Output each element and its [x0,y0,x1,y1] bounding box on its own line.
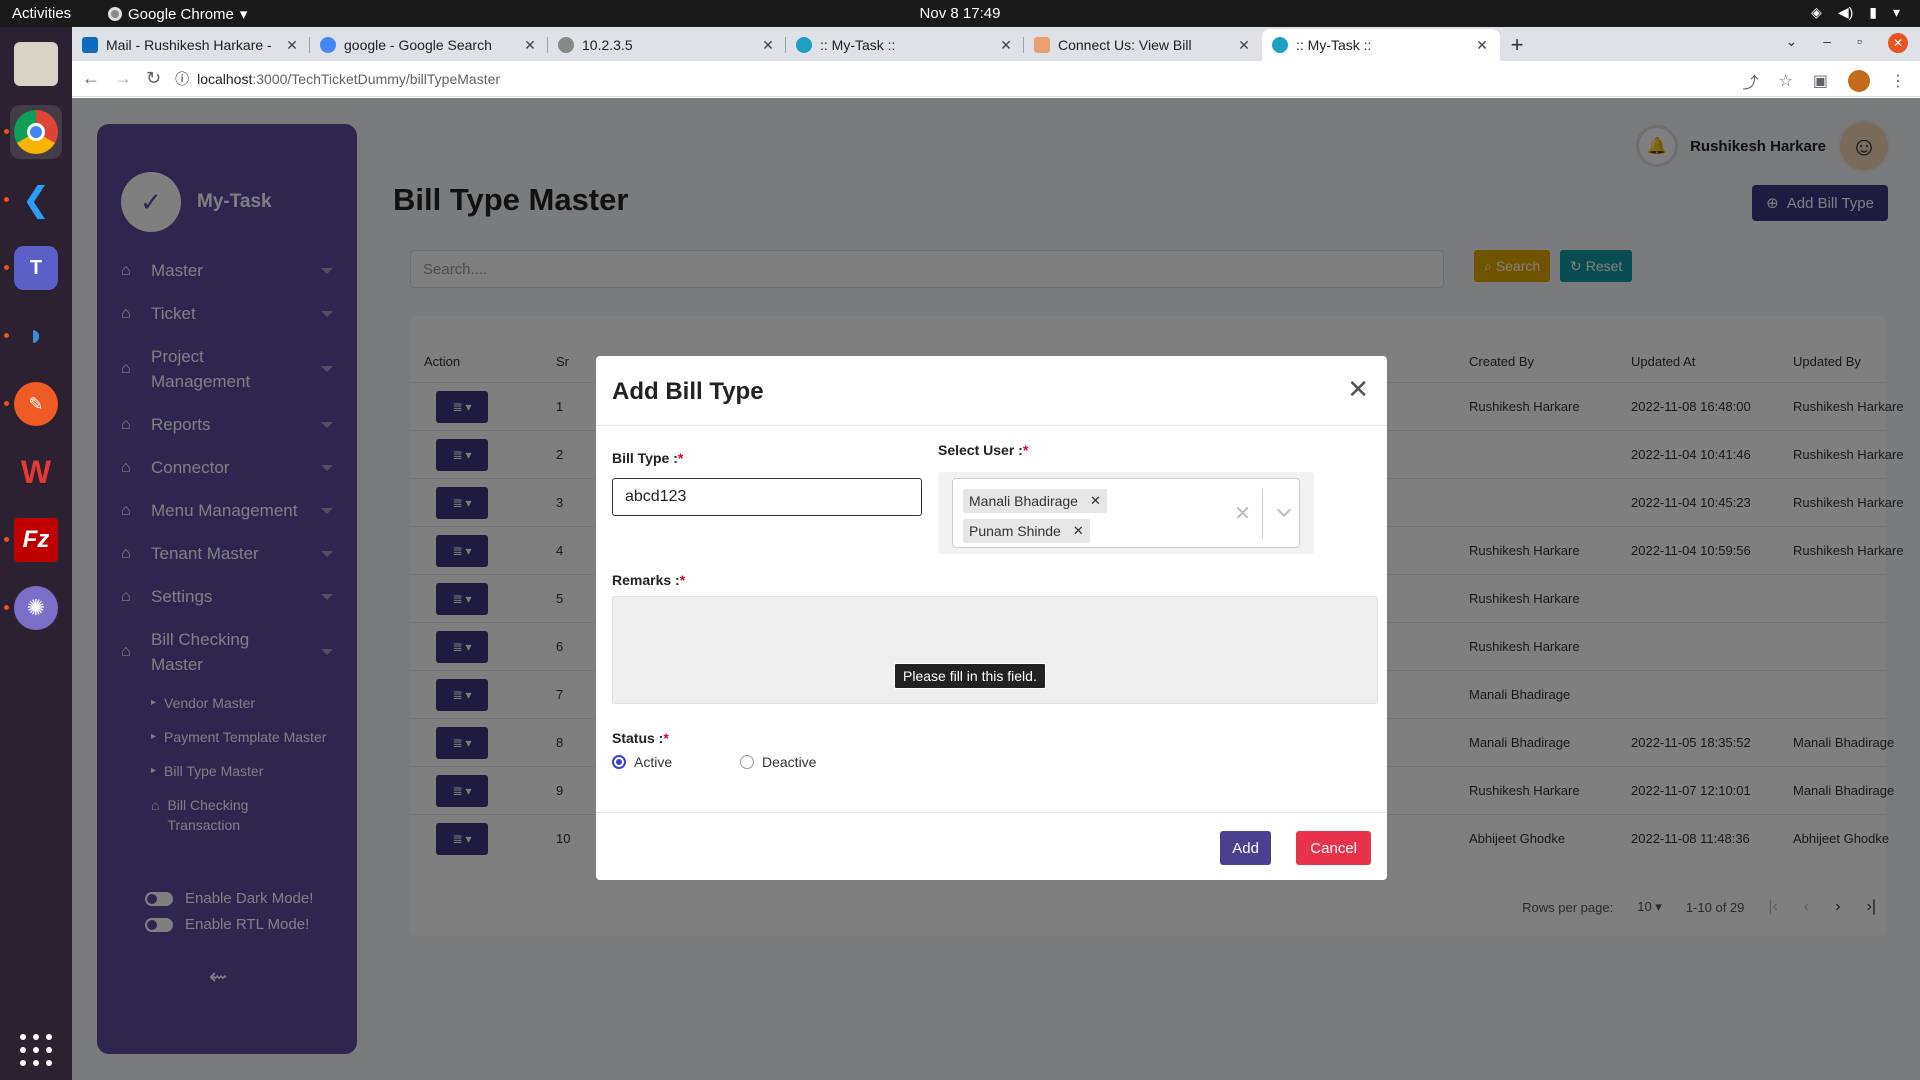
bill-type-label: Bill Type :* [612,450,684,466]
chrome-window: Mail - Rushikesh Harkare - ✕ google - Go… [72,27,1920,1080]
profile-avatar-icon[interactable] [1848,70,1870,92]
chrome-icon [14,110,58,154]
forward-icon[interactable]: → [114,68,132,89]
tab-close-icon[interactable]: ✕ [522,37,538,54]
add-bill-type-modal: Add Bill Type ✕ Bill Type :* Select User… [596,356,1387,880]
status-active-radio[interactable] [612,755,626,769]
tab-close-icon[interactable]: ✕ [1474,37,1490,54]
dock-postman[interactable]: ✎ [4,377,62,431]
modal-footer: Add Cancel [596,812,1387,880]
network-icon: ◈ [1811,4,1822,20]
tab-close-icon[interactable]: ✕ [284,37,300,54]
dock-teams[interactable]: T [4,241,62,295]
running-indicator [4,605,9,610]
react-favicon-icon [796,37,812,53]
wps-icon: W [20,453,52,490]
maximize-icon[interactable]: ▫ [1857,33,1862,53]
close-icon[interactable]: ✕ [1347,374,1369,405]
tab-my-task-1[interactable]: :: My-Task :: ✕ [786,29,1024,61]
tab-search-icon[interactable]: ⌄ [1786,33,1798,53]
status-deactive-radio[interactable] [740,755,754,769]
remove-chip-icon[interactable]: ✕ [1073,523,1084,539]
app-page: ✓ My-Task ⌂Master ⌂Ticket ⌂Project Manag… [72,98,1920,1080]
battery-icon: ▮ [1869,4,1877,20]
running-indicator [4,537,9,542]
react-favicon-icon [1272,37,1288,53]
status-label: Status :* [612,730,669,746]
remarks-label: Remarks :* [612,572,686,588]
modal-title: Add Bill Type [612,378,764,405]
outlook-favicon-icon [82,37,98,53]
side-panel-icon[interactable]: ▣ [1813,71,1828,91]
select-user-multiselect[interactable]: Manali Bhadirage ✕ Punam Shinde ✕ ✕ [952,478,1300,548]
minimize-icon[interactable]: – [1823,33,1831,53]
google-favicon-icon [320,37,336,53]
postman-icon: ✎ [14,382,58,426]
chrome-menu-icon[interactable]: ⋮ [1890,71,1906,91]
browser-toolbar: ← → ↻ ⓘ localhost:3000/TechTicketDummy/b… [72,61,1920,97]
back-icon[interactable]: ← [82,68,100,89]
chevron-down-icon[interactable] [1276,502,1292,518]
globe-icon: ✺ [14,586,58,630]
reload-icon[interactable]: ↻ [146,68,161,89]
power-caret-icon: ▾ [1892,4,1900,20]
new-tab-button[interactable]: + [1500,29,1534,61]
dock-wps-office[interactable]: W [10,445,62,499]
running-indicator [4,401,9,406]
status-deactive-option[interactable]: Deactive [740,754,816,770]
running-indicator [4,197,9,202]
show-apps-grid-icon[interactable] [20,1034,52,1066]
share-icon[interactable]: ⤴ [1743,69,1759,93]
tab-close-icon[interactable]: ✕ [998,37,1014,54]
site-info-icon[interactable]: ⓘ [175,69,189,89]
validation-tooltip: Please fill in this field. [894,663,1046,689]
window-close-icon[interactable]: ✕ [1888,33,1908,53]
modal-header: Add Bill Type ✕ [596,356,1387,426]
selected-user-chip[interactable]: Manali Bhadirage ✕ [963,489,1107,513]
dock-files[interactable] [10,37,62,91]
clock[interactable]: Nov 8 17:49 [0,5,1920,22]
bookmark-star-icon[interactable]: ☆ [1779,71,1793,91]
system-top-bar: Activities Google Chrome ▾ Nov 8 17:49 ◈… [0,0,1920,27]
filezilla-icon: Fz [14,518,58,562]
tab-ip-address[interactable]: 10.2.3.5 ✕ [548,29,786,61]
globe-favicon-icon [558,37,574,53]
window-controls: ⌄ – ▫ ✕ [1786,33,1908,53]
dock-network-tool[interactable]: ✺ [4,581,62,635]
dock-chrome[interactable] [4,105,62,159]
teams-icon: T [14,246,58,290]
tab-close-icon[interactable]: ✕ [760,37,776,54]
add-button[interactable]: Add [1220,831,1271,865]
clear-selection-icon[interactable]: ✕ [1234,501,1251,526]
running-indicator [4,129,9,134]
tab-connect-us[interactable]: Connect Us: View Bill ✕ [1024,29,1262,61]
running-indicator [4,265,9,270]
files-icon [14,42,58,86]
volume-icon: ◀) [1837,4,1854,20]
tab-google-search[interactable]: google - Google Search ✕ [310,29,548,61]
dock-mysql-workbench[interactable]: ◗ [4,309,62,363]
remove-chip-icon[interactable]: ✕ [1090,493,1101,509]
dock-vscode[interactable]: ❮ [4,173,62,227]
tab-my-task-active[interactable]: :: My-Task :: ✕ [1262,29,1500,61]
bill-type-input[interactable] [612,478,922,516]
select-user-label: Select User :* [938,442,1029,458]
tab-strip: Mail - Rushikesh Harkare - ✕ google - Go… [72,27,1920,61]
tab-mail[interactable]: Mail - Rushikesh Harkare - ✕ [72,29,310,61]
tab-close-icon[interactable]: ✕ [1236,37,1252,54]
dolphin-icon: ◗ [26,319,46,352]
connect-favicon-icon [1034,37,1050,53]
select-user-container: Manali Bhadirage ✕ Punam Shinde ✕ ✕ [938,472,1314,554]
status-active-option[interactable]: Active [612,754,672,770]
running-indicator [4,333,9,338]
vscode-icon: ❮ [21,181,51,219]
dock: ❮ T ◗ ✎ W Fz ✺ [0,27,72,1080]
dock-filezilla[interactable]: Fz [4,513,62,567]
cancel-button[interactable]: Cancel [1296,831,1371,865]
selected-user-chip[interactable]: Punam Shinde ✕ [963,519,1090,543]
system-tray[interactable]: ◈ ◀) ▮ ▾ [1811,4,1900,21]
address-bar[interactable]: ⓘ localhost:3000/TechTicketDummy/billTyp… [175,69,500,89]
toolbar-actions: ⤴ ☆ ▣ ⋮ [1743,69,1906,93]
